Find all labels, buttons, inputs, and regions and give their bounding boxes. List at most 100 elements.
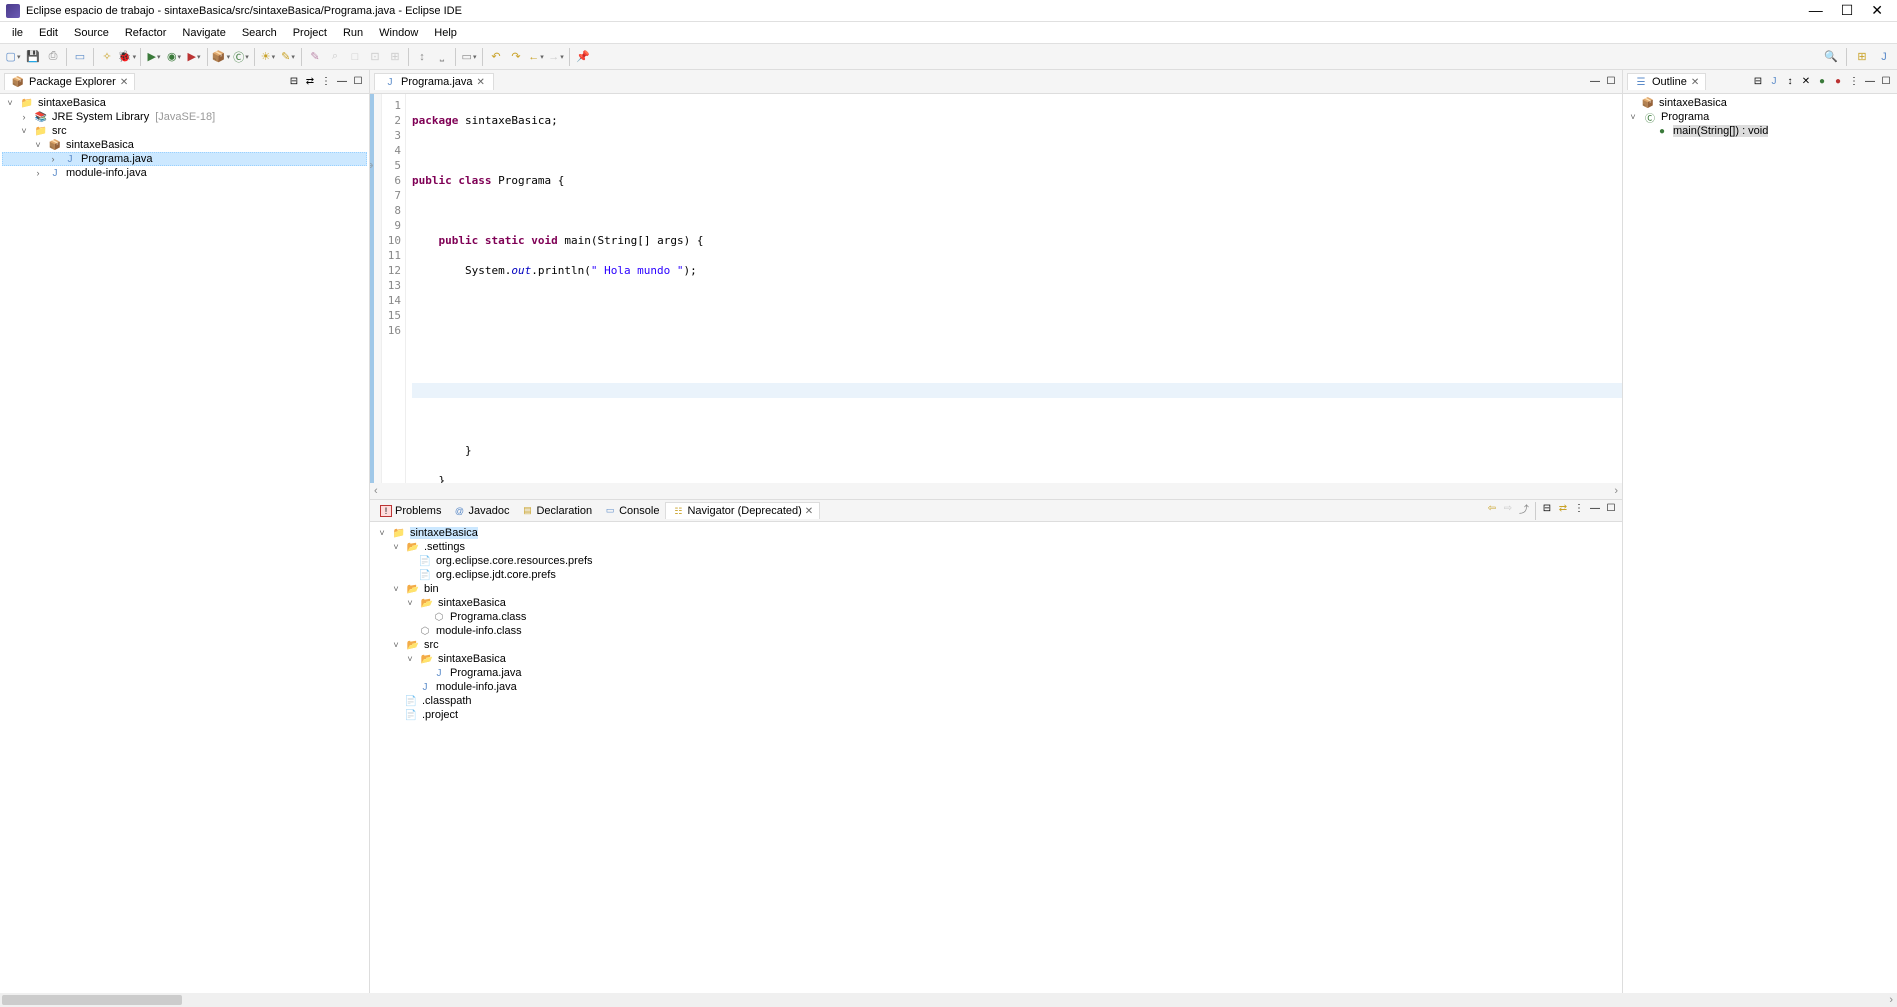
twist-icon[interactable]: › (47, 154, 59, 164)
nav-settings[interactable]: ˅📂.settings (374, 540, 1618, 554)
menu-help[interactable]: Help (426, 25, 465, 41)
new-class-button[interactable]: Ⓒ (232, 48, 250, 66)
minimize-editor-button[interactable]: — (1588, 75, 1602, 89)
back-button[interactable]: ↶ (487, 48, 505, 66)
close-outline-button[interactable]: ✕ (1691, 77, 1699, 88)
outline-method[interactable]: ●main(String[]) : void (1625, 124, 1895, 138)
link-button[interactable]: ⇄ (303, 75, 317, 89)
outline-btn5[interactable]: ● (1815, 75, 1829, 89)
quick-access-button[interactable]: 🔍 (1822, 48, 1840, 66)
new-package-button[interactable]: 📦 (212, 48, 230, 66)
twist-icon[interactable]: ˅ (32, 140, 44, 150)
nav-project[interactable]: 📄.project (374, 708, 1618, 722)
link-icon[interactable]: ⇄ (1556, 502, 1570, 516)
tool-c[interactable]: ⊡ (366, 48, 384, 66)
run-button[interactable]: ▶ (145, 48, 163, 66)
maximize-editor-button[interactable]: ☐ (1604, 75, 1618, 89)
menu-search[interactable]: Search (234, 25, 285, 41)
external-button[interactable]: ▶ (185, 48, 203, 66)
fwd-button[interactable]: ↷ (507, 48, 525, 66)
tool-d[interactable]: ⊞ (386, 48, 404, 66)
nav-up-icon[interactable]: ⤴ (1517, 502, 1531, 516)
nav-class2[interactable]: ⬡module-info.class (374, 624, 1618, 638)
new-button[interactable]: ▢ (4, 48, 22, 66)
coverage-button[interactable]: ◉ (165, 48, 183, 66)
tool-e[interactable]: ↕ (413, 48, 431, 66)
tab-javadoc[interactable]: @Javadoc (447, 503, 515, 519)
wand-button[interactable]: ✧ (98, 48, 116, 66)
menu-refactor[interactable]: Refactor (117, 25, 175, 41)
outline-max[interactable]: ☐ (1879, 75, 1893, 89)
tab-problems[interactable]: !Problems (374, 503, 447, 519)
nav-classpath[interactable]: 📄.classpath (374, 694, 1618, 708)
collapse-icon[interactable]: ⊟ (1540, 502, 1554, 516)
filter-icon[interactable]: ⋮ (1572, 502, 1586, 516)
outline-btn2[interactable]: J (1767, 75, 1781, 89)
outline-btn3[interactable]: ↕ (1783, 75, 1797, 89)
nav-src[interactable]: ˅📂src (374, 638, 1618, 652)
debug-button[interactable]: 🐞 (118, 48, 136, 66)
outline-btn1[interactable]: ⊟ (1751, 75, 1765, 89)
tree-file-programa[interactable]: › J Programa.java (2, 152, 367, 166)
pin-button[interactable]: 📌 (574, 48, 592, 66)
nav-back-icon[interactable]: ⇦ (1485, 502, 1499, 516)
tree-project[interactable]: ˅ 📁 sintaxeBasica (2, 96, 367, 110)
menu-file[interactable]: ile (4, 25, 31, 41)
nav-back-button[interactable]: ← (527, 48, 545, 66)
perspective-button[interactable]: ⊞ (1853, 48, 1871, 66)
tool-a[interactable]: ⌕ (326, 48, 344, 66)
tool-g[interactable]: ▭ (460, 48, 478, 66)
tree-package[interactable]: ˅ 📦 sintaxeBasica (2, 138, 367, 152)
close-button[interactable]: ✕ (1871, 2, 1883, 19)
min-icon[interactable]: — (1588, 502, 1602, 516)
save-all-button[interactable]: ⎙ (44, 48, 62, 66)
code-editor[interactable]: package sintaxeBasica; public class Prog… (406, 94, 1622, 483)
nav-root[interactable]: ˅📁sintaxeBasica (374, 526, 1618, 540)
nav-fwd-icon[interactable]: ⇨ (1501, 502, 1515, 516)
tool-f[interactable]: ⎵ (433, 48, 451, 66)
outline-btn7[interactable]: ⋮ (1847, 75, 1861, 89)
menu-run[interactable]: Run (335, 25, 371, 41)
twist-icon[interactable]: › (32, 168, 44, 178)
open-task-button[interactable]: ✎ (306, 48, 324, 66)
open-type-button[interactable]: ☀ (259, 48, 277, 66)
menu-edit[interactable]: Edit (31, 25, 66, 41)
outline-tab[interactable]: ☰ Outline ✕ (1627, 73, 1706, 90)
nav-class1[interactable]: ⬡Programa.class (374, 610, 1618, 624)
tree-src[interactable]: ˅ 📁 src (2, 124, 367, 138)
maximize-button[interactable]: ☐ (1841, 2, 1854, 19)
outline-btn4[interactable]: ✕ (1799, 75, 1813, 89)
menu-source[interactable]: Source (66, 25, 117, 41)
menu-project[interactable]: Project (285, 25, 335, 41)
outline-min[interactable]: — (1863, 75, 1877, 89)
collapse-all-button[interactable]: ⊟ (287, 75, 301, 89)
save-button[interactable]: 💾 (24, 48, 42, 66)
nav-fwd-button[interactable]: → (547, 48, 565, 66)
menu-navigate[interactable]: Navigate (174, 25, 233, 41)
tab-console[interactable]: ▭Console (598, 503, 665, 519)
horizontal-scrollbar[interactable]: › (0, 993, 1897, 1007)
tree-jre[interactable]: › 📚 JRE System Library [JavaSE-18] (2, 110, 367, 124)
close-editor-button[interactable]: ✕ (477, 77, 485, 88)
twist-icon[interactable]: ˅ (4, 98, 16, 108)
nav-prefs1[interactable]: 📄org.eclipse.core.resources.prefs (374, 554, 1618, 568)
outline-btn6[interactable]: ● (1831, 75, 1845, 89)
menu-window[interactable]: Window (371, 25, 426, 41)
nav-prefs2[interactable]: 📄org.eclipse.jdt.core.prefs (374, 568, 1618, 582)
close-tab-button[interactable]: ✕ (120, 77, 128, 88)
search-button[interactable]: ✎ (279, 48, 297, 66)
outline-class[interactable]: ˅ⒸPrograma (1625, 110, 1895, 124)
editor-body[interactable]: 1234⊖5678910111213141516 package sintaxe… (370, 94, 1622, 483)
tool-b[interactable]: □ (346, 48, 364, 66)
minimize-button[interactable]: — (1809, 2, 1823, 19)
nav-java2[interactable]: Jmodule-info.java (374, 680, 1618, 694)
nav-bin-pkg[interactable]: ˅📂sintaxeBasica (374, 596, 1618, 610)
view-menu-button[interactable]: ⋮ (319, 75, 333, 89)
java-perspective-button[interactable]: J (1875, 48, 1893, 66)
close-navigator-button[interactable]: ✕ (805, 506, 813, 517)
twist-icon[interactable]: ˅ (18, 126, 30, 136)
tree-file-module[interactable]: › J module-info.java (2, 166, 367, 180)
maximize-view-button[interactable]: ☐ (351, 75, 365, 89)
nav-bin[interactable]: ˅📂bin (374, 582, 1618, 596)
editor-horizontal-scrollbar[interactable]: ‹› (370, 483, 1622, 499)
